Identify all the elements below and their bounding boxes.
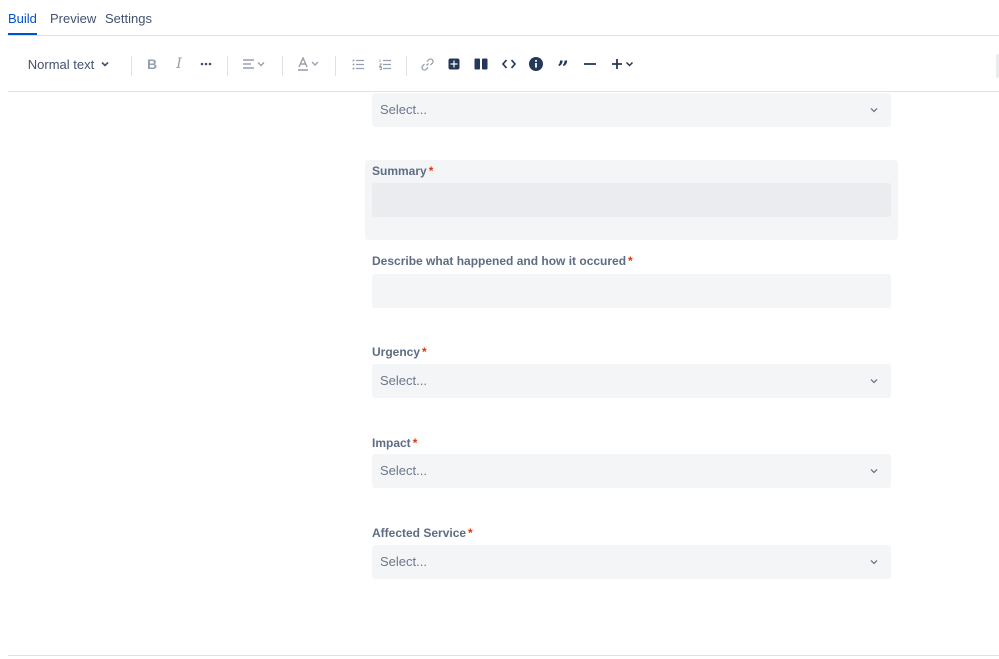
field-label: Summary * xyxy=(372,161,891,181)
impact-label: Impact xyxy=(372,436,411,450)
layout-icon[interactable] xyxy=(471,36,491,92)
table-icon[interactable] xyxy=(444,36,464,92)
urgency-field: Urgency * Select... xyxy=(372,342,891,398)
text-style-dropdown[interactable]: Normal text xyxy=(26,36,112,92)
toolbar-divider xyxy=(282,56,283,76)
select-placeholder: Select... xyxy=(380,554,427,569)
text-color-icon[interactable] xyxy=(294,36,324,92)
affected-service-select[interactable]: Select... xyxy=(372,545,891,579)
more-formatting-icon[interactable] xyxy=(196,36,216,92)
required-indicator: * xyxy=(412,436,418,450)
editor-toolbar: Normal text B I ” xyxy=(8,36,999,92)
editor-tabs: Build Preview Settings xyxy=(8,0,999,36)
insert-plus-icon[interactable] xyxy=(609,36,639,92)
select-placeholder: Select... xyxy=(380,102,427,117)
impact-field: Impact * Select... xyxy=(372,433,891,488)
required-indicator: * xyxy=(422,345,427,359)
toolbar-divider xyxy=(131,56,132,76)
chevron-down-icon xyxy=(101,61,109,67)
top-select[interactable]: Select... xyxy=(372,93,891,127)
urgency-label: Urgency xyxy=(372,345,421,359)
chevron-down-icon xyxy=(870,469,878,474)
affected-service-field: Affected Service * Select... xyxy=(372,523,891,579)
select-placeholder: Select... xyxy=(380,373,427,388)
urgency-select[interactable]: Select... xyxy=(372,364,891,398)
affected-service-label: Affected Service xyxy=(372,526,467,540)
summary-label: Summary xyxy=(372,164,427,178)
divider-icon[interactable] xyxy=(580,36,600,92)
toolbar-divider xyxy=(227,56,228,76)
align-icon[interactable] xyxy=(239,36,269,92)
code-icon[interactable] xyxy=(499,36,519,92)
field-label: Describe what happened and how it occure… xyxy=(372,251,891,271)
italic-icon[interactable]: I xyxy=(169,36,189,92)
bold-icon[interactable]: B xyxy=(142,36,162,92)
required-indicator: * xyxy=(468,526,473,540)
toolbar-divider xyxy=(335,56,336,76)
chevron-down-icon xyxy=(870,379,878,384)
tab-preview[interactable]: Preview xyxy=(50,11,96,26)
info-panel-icon[interactable] xyxy=(526,36,546,92)
impact-select[interactable]: Select... xyxy=(372,454,891,488)
chevron-down-icon xyxy=(870,108,878,113)
field-label: Impact * xyxy=(372,433,891,453)
summary-input[interactable] xyxy=(372,183,891,217)
describe-input[interactable] xyxy=(372,274,891,308)
chevron-down-icon xyxy=(870,560,878,565)
describe-field: Describe what happened and how it occure… xyxy=(372,251,891,308)
summary-field: Summary * xyxy=(372,161,891,217)
bullet-list-icon[interactable] xyxy=(348,36,368,92)
toolbar-divider xyxy=(406,56,407,76)
required-indicator: * xyxy=(628,254,633,268)
text-style-label: Normal text xyxy=(27,56,95,72)
field-label: Affected Service * xyxy=(372,523,891,543)
select-placeholder: Select... xyxy=(380,463,427,478)
bottom-divider xyxy=(8,655,999,656)
top-field: Select... xyxy=(372,93,891,127)
link-icon[interactable] xyxy=(417,36,437,92)
tab-settings[interactable]: Settings xyxy=(105,11,152,26)
field-label: Urgency * xyxy=(372,342,891,362)
describe-label: Describe what happened and how it occure… xyxy=(372,254,627,268)
required-indicator: * xyxy=(428,164,434,178)
numbered-list-icon[interactable] xyxy=(375,36,395,92)
tab-build[interactable]: Build xyxy=(8,11,37,35)
quote-icon[interactable]: ” xyxy=(553,36,573,92)
